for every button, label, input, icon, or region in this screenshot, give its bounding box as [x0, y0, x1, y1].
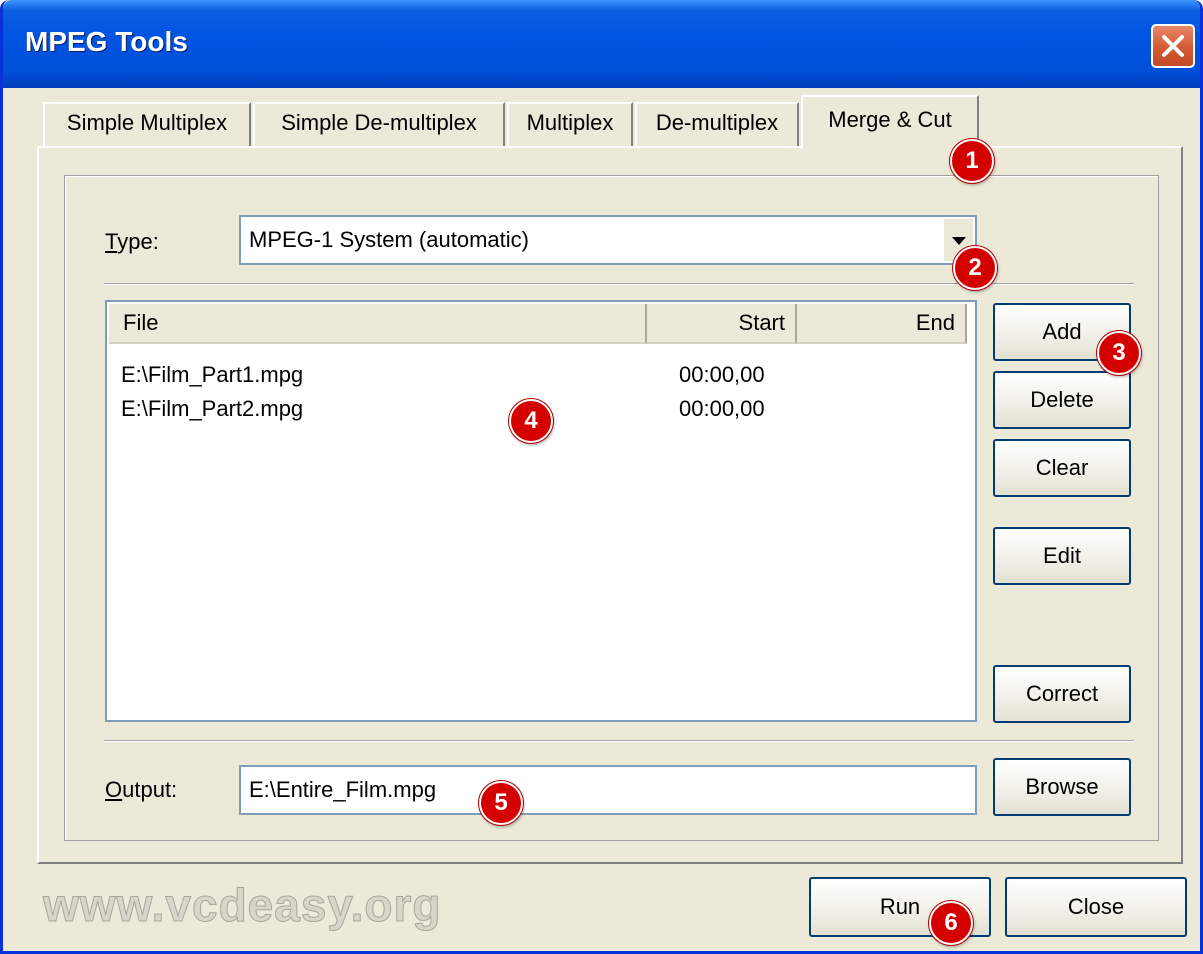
tab-de-multiplex[interactable]: De-multiplex — [635, 102, 799, 146]
correct-button[interactable]: Correct — [993, 665, 1131, 723]
close-window-button[interactable] — [1151, 24, 1195, 68]
window-title: MPEG Tools — [25, 26, 188, 57]
type-dropdown-value: MPEG-1 System (automatic) — [249, 227, 529, 252]
callout-badge-3: 3 — [1097, 331, 1141, 375]
output-label-text: utput: — [122, 777, 178, 802]
type-label: Type: — [105, 229, 159, 255]
file-cell: E:\Film_Part1.mpg — [121, 362, 304, 387]
separator-bottom — [104, 740, 1134, 742]
tab-simple-de-multiplex[interactable]: Simple De-multiplex — [253, 102, 505, 146]
callout-badge-6: 6 — [929, 901, 973, 945]
close-icon — [1162, 35, 1184, 57]
edit-button[interactable]: Edit — [993, 527, 1131, 585]
watermark-logo: www.vcdeasy.org — [42, 879, 442, 932]
close-button[interactable]: Close — [1005, 877, 1187, 937]
output-label-hotkey: O — [105, 777, 123, 802]
clear-button[interactable]: Clear — [993, 439, 1131, 497]
column-header-file[interactable]: File — [109, 304, 647, 344]
callout-badge-4: 4 — [509, 399, 553, 443]
browse-button[interactable]: Browse — [993, 758, 1131, 816]
file-cell: E:\Film_Part2.mpg — [121, 396, 304, 421]
tab-merge-and-cut[interactable]: Merge & Cut — [801, 95, 979, 149]
type-label-text: ype: — [117, 229, 159, 254]
tab-multiplex[interactable]: Multiplex — [507, 102, 633, 146]
callout-badge-2: 2 — [953, 246, 997, 290]
title-bar[interactable]: MPEG Tools — [3, 0, 1200, 88]
type-dropdown[interactable]: MPEG-1 System (automatic) — [239, 215, 977, 265]
column-header-end[interactable]: End — [797, 304, 967, 344]
type-label-hotkey: T — [105, 229, 118, 254]
output-file-value: E:\Entire_Film.mpg — [249, 777, 437, 802]
column-header-start[interactable]: Start — [647, 304, 797, 344]
callout-badge-1: 1 — [950, 139, 994, 183]
delete-button[interactable]: Delete — [993, 371, 1131, 429]
start-cell: 00:00,00 — [679, 362, 765, 387]
callout-badge-5: 5 — [479, 781, 523, 825]
output-label: Output: — [105, 777, 177, 803]
file-list[interactable]: File Start End E:\Film_Part1.mpg 00:00,0… — [105, 300, 977, 722]
tab-simple-multiplex[interactable]: Simple Multiplex — [43, 102, 251, 146]
output-file-field[interactable]: E:\Entire_Film.mpg — [239, 765, 977, 815]
start-cell: 00:00,00 — [679, 396, 765, 421]
mpeg-tools-window: MPEG Tools Simple Multiplex Simple De-mu… — [0, 0, 1203, 954]
